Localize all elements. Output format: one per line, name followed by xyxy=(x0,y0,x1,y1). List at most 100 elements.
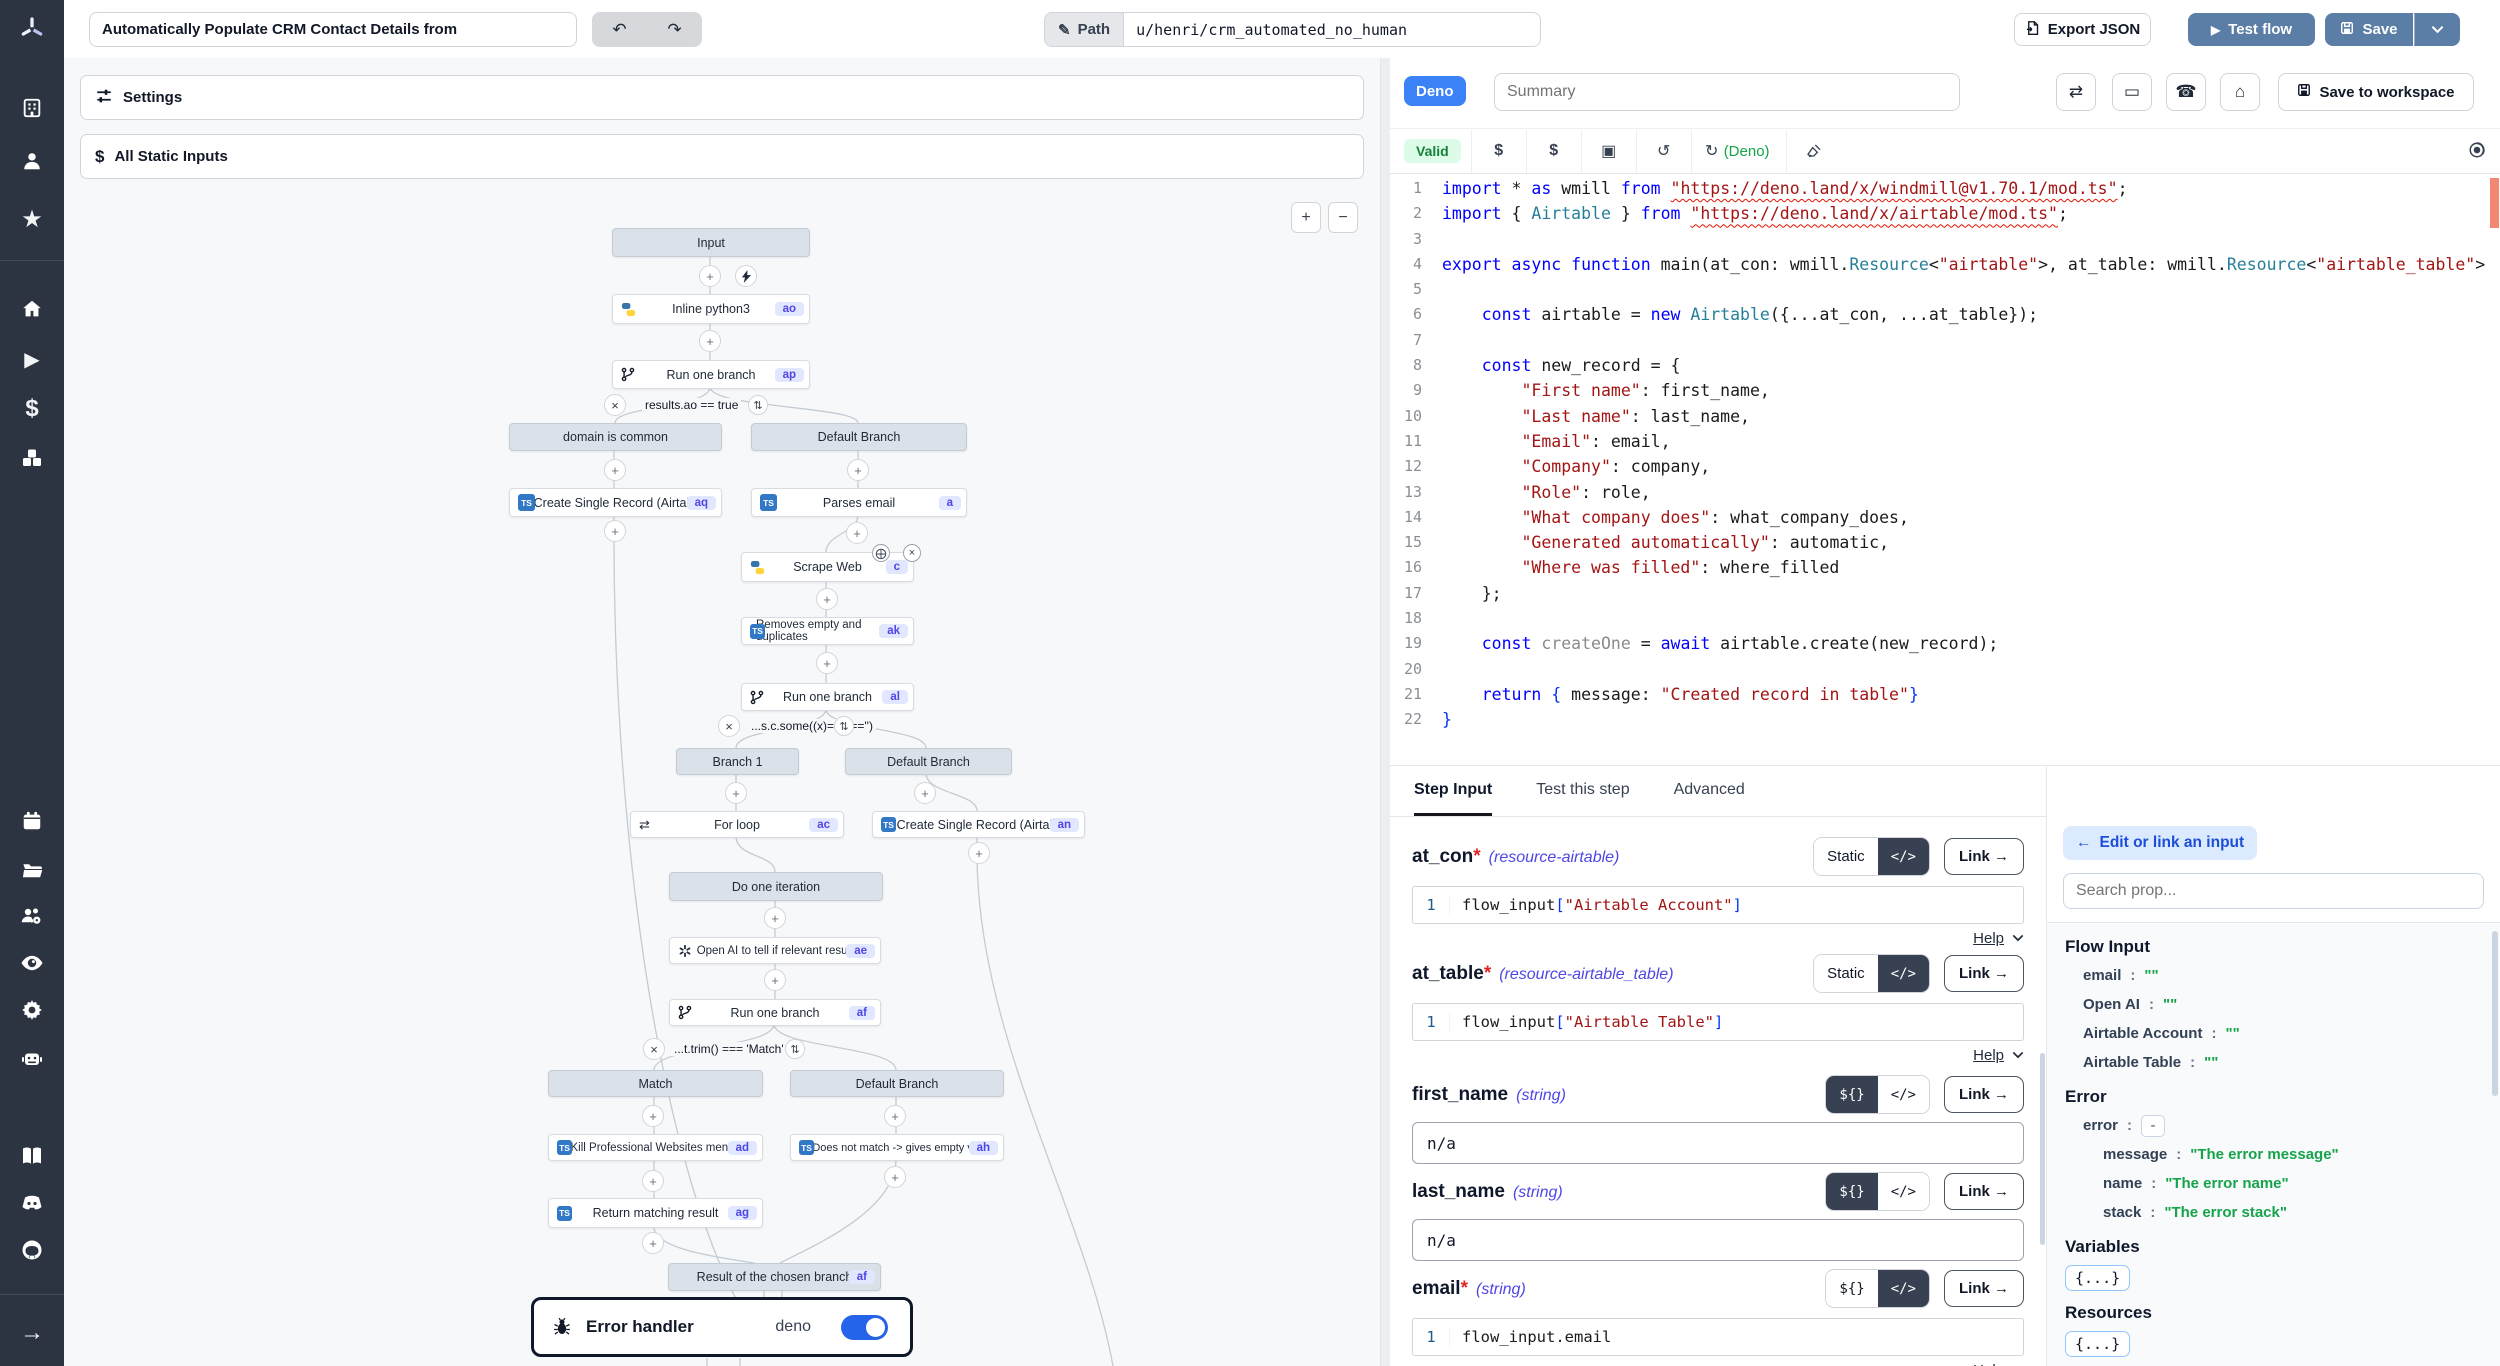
test-flow-button[interactable]: ▶ Test flow xyxy=(2188,13,2315,46)
add-step-button[interactable]: + xyxy=(914,782,936,804)
link-button[interactable]: Link → xyxy=(1944,838,2024,875)
add-step-button[interactable]: + xyxy=(604,520,626,542)
first_name-value-input[interactable] xyxy=(1412,1122,2024,1164)
link-button[interactable]: Link → xyxy=(1944,1270,2024,1307)
add-step-button[interactable]: + xyxy=(642,1105,664,1127)
trigger-bolt-icon[interactable] xyxy=(735,265,757,287)
swap-branches-icon[interactable]: ⇅ xyxy=(748,395,768,415)
tab-test-this-step[interactable]: Test this step xyxy=(1536,766,1629,816)
add-step-button[interactable]: + xyxy=(725,782,747,804)
add-step-button[interactable]: + xyxy=(816,588,838,610)
docs-book-icon[interactable] xyxy=(0,1141,64,1171)
add-step-button[interactable]: + xyxy=(884,1166,906,1188)
code-editor[interactable]: 12345678910111213141516171819202122 impo… xyxy=(1390,172,2500,765)
prop-row[interactable]: Open AI:"" xyxy=(2065,990,2500,1019)
node-default-branch-1[interactable]: Default Branch xyxy=(751,423,967,451)
add-step-button[interactable]: + xyxy=(968,842,990,864)
node-does-not-match-empty[interactable]: TS Does not match -> gives empty value a… xyxy=(790,1134,1004,1161)
prop-row[interactable]: message:"The error message" xyxy=(2065,1140,2500,1169)
javascript-mode-button[interactable]: </> xyxy=(1878,955,1929,992)
error-handler-node[interactable]: Error handler deno xyxy=(531,1297,913,1357)
remove-branch-icon[interactable]: × xyxy=(718,715,740,737)
prop-row[interactable]: name:"The error name" xyxy=(2065,1169,2500,1198)
node-openai-relevant-result[interactable]: Open AI to tell if relevant result ae xyxy=(669,937,881,964)
template-mode-button[interactable]: ${} xyxy=(1826,1076,1877,1113)
javascript-mode-button[interactable]: </> xyxy=(1878,1173,1929,1210)
remove-branch-icon[interactable]: × xyxy=(604,394,626,416)
template-mode-button[interactable]: ${} xyxy=(1826,1173,1877,1210)
node-branch-1[interactable]: Branch 1 xyxy=(676,748,799,775)
prop-row[interactable]: email:"" xyxy=(2065,961,2500,990)
schedules-calendar-icon[interactable] xyxy=(0,806,64,836)
node-return-matching-result[interactable]: TS Return matching result ag xyxy=(548,1198,763,1228)
save-button[interactable]: Save xyxy=(2325,13,2413,46)
email-expression[interactable]: 1flow_input.email xyxy=(1412,1318,2024,1356)
javascript-mode-button[interactable]: </> xyxy=(1878,1076,1929,1113)
swap-branches-icon[interactable]: ⇅ xyxy=(785,1039,805,1059)
node-create-single-record-an[interactable]: TS Create Single Record (Airtable) an xyxy=(872,811,1085,838)
variables-object-chip[interactable]: {...} xyxy=(2065,1265,2130,1291)
sync-icon[interactable]: ⇄ xyxy=(2056,73,2096,111)
node-run-one-branch-af[interactable]: Run one branch af xyxy=(669,999,881,1026)
node-create-single-record-aq[interactable]: TS Create Single Record (Airtable) aq xyxy=(509,488,722,517)
user-icon[interactable] xyxy=(0,146,64,176)
add-step-button[interactable]: + xyxy=(846,522,868,544)
add-step-button[interactable]: + xyxy=(764,907,786,929)
at_con-expression[interactable]: 1flow_input["Airtable Account"] xyxy=(1412,886,2024,924)
at_table-expression[interactable]: 1flow_input["Airtable Table"] xyxy=(1412,1003,2024,1041)
add-step-button[interactable]: + xyxy=(816,652,838,674)
path-input[interactable] xyxy=(1123,12,1541,47)
remove-branch-icon[interactable]: × xyxy=(643,1038,665,1060)
static-mode-button[interactable]: Static xyxy=(1814,838,1878,875)
node-default-branch-2[interactable]: Default Branch xyxy=(845,748,1012,775)
link-button[interactable]: Link → xyxy=(1944,1173,2024,1210)
summary-input[interactable] xyxy=(1494,73,1960,111)
tab-advanced[interactable]: Advanced xyxy=(1674,766,1745,816)
last_name-value-input[interactable] xyxy=(1412,1219,2024,1261)
settings-gear-icon[interactable] xyxy=(0,995,64,1025)
error-handler-toggle[interactable] xyxy=(841,1315,888,1340)
add-step-button[interactable]: + xyxy=(699,330,721,352)
home-icon[interactable] xyxy=(0,294,64,324)
flow-settings-row[interactable]: Settings xyxy=(80,75,1364,120)
add-step-button[interactable]: + xyxy=(642,1170,664,1192)
variables-dollar-icon[interactable]: $ xyxy=(0,394,64,424)
help-link[interactable]: Help xyxy=(1973,1047,2004,1064)
node-removes-empty-duplicates[interactable]: TS Removes empty and duplicates ak xyxy=(741,617,914,645)
export-json-button[interactable]: Export JSON xyxy=(2014,13,2151,46)
node-for-loop[interactable]: ⇄ For loop ac xyxy=(630,811,844,838)
audit-eye-icon[interactable] xyxy=(0,948,64,978)
node-run-one-branch-al[interactable]: Run one branch al xyxy=(741,683,914,711)
format-broom-icon[interactable] xyxy=(1797,143,1831,159)
reload-icon[interactable]: ↻ xyxy=(1702,141,1722,161)
node-inline-python3[interactable]: Inline python3 ao xyxy=(612,294,810,324)
link-button[interactable]: Link → xyxy=(1944,955,2024,992)
static-mode-button[interactable]: Static xyxy=(1814,955,1878,992)
scrollbar-thumb[interactable] xyxy=(2492,931,2498,1096)
reset-icon[interactable]: ↺ xyxy=(1647,141,1681,161)
add-step-button[interactable]: + xyxy=(764,969,786,991)
workers-robot-icon[interactable] xyxy=(0,1043,64,1073)
tab-step-input[interactable]: Step Input xyxy=(1414,766,1492,816)
add-step-button[interactable]: + xyxy=(642,1232,664,1254)
windmill-logo-icon[interactable] xyxy=(0,14,64,44)
move-node-icon[interactable]: ⨁ xyxy=(872,544,890,562)
zoom-out-button[interactable]: − xyxy=(1328,202,1358,233)
github-icon[interactable] xyxy=(0,1235,64,1265)
redo-button[interactable]: ↷ xyxy=(647,12,702,47)
add-step-button[interactable]: + xyxy=(604,459,626,481)
scrollbar-thumb[interactable] xyxy=(2040,1053,2045,1245)
node-run-one-branch-ap[interactable]: Run one branch ap xyxy=(612,360,810,389)
all-static-inputs-row[interactable]: $ All Static Inputs xyxy=(80,134,1364,179)
collapse-button[interactable]: - xyxy=(2141,1115,2165,1137)
mobile-view-icon[interactable]: ▭ xyxy=(2112,73,2152,111)
save-to-workspace-button[interactable]: Save to workspace xyxy=(2278,73,2474,111)
collapse-arrow-icon[interactable]: → xyxy=(0,1318,64,1348)
edit-or-link-button[interactable]: ← Edit or link an input xyxy=(2063,826,2257,860)
node-kill-professional-websites[interactable]: TS Kill Professional Websites mentions a… xyxy=(548,1134,763,1161)
resources-object-chip[interactable]: {...} xyxy=(2065,1331,2130,1357)
resources-cubes-icon[interactable] xyxy=(0,444,64,474)
prop-row[interactable]: Airtable Table:"" xyxy=(2065,1048,2500,1077)
folders-icon[interactable] xyxy=(0,854,64,884)
save-dropdown-button[interactable] xyxy=(2414,13,2460,46)
